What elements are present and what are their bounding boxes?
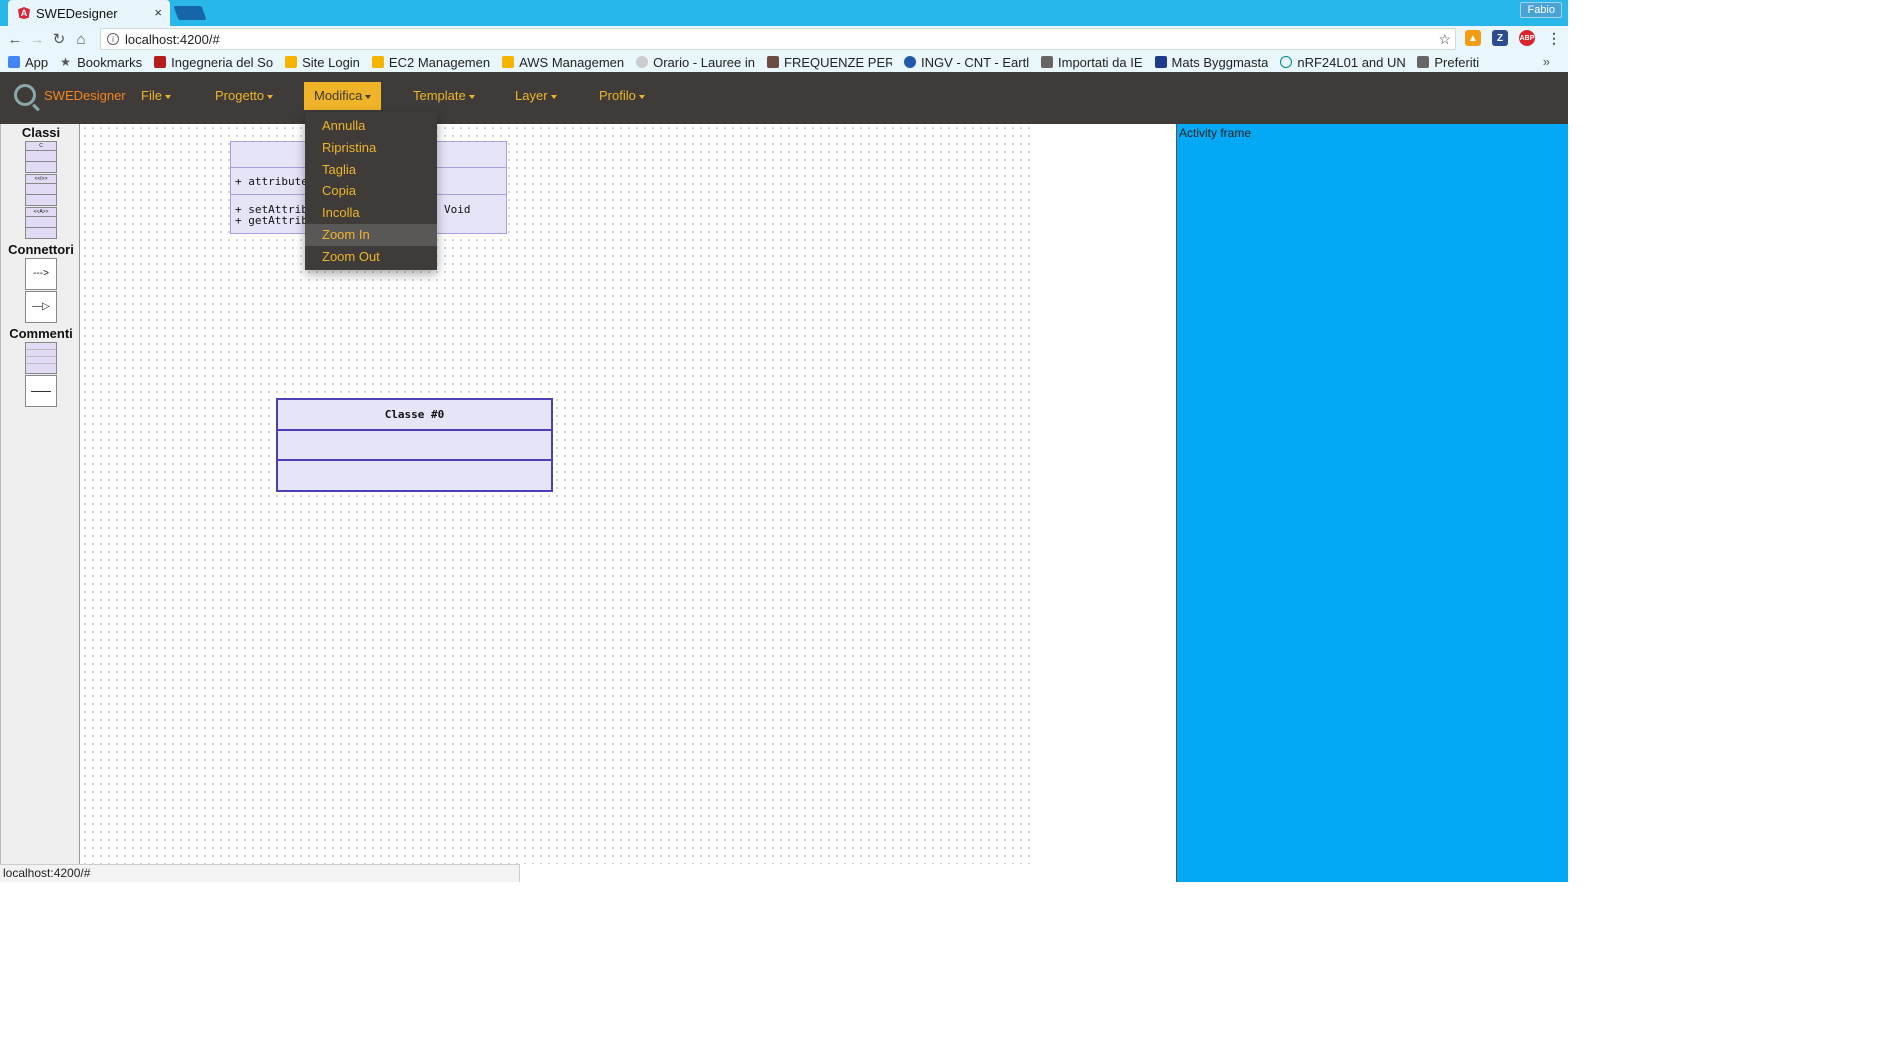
caret-down-icon bbox=[267, 94, 274, 99]
activity-frame-label: Activity frame bbox=[1179, 126, 1252, 140]
menu-file[interactable]: File bbox=[131, 82, 181, 110]
apps-icon bbox=[8, 56, 20, 68]
palette-connettori-title: Connettori bbox=[8, 242, 74, 257]
dependency-connector-tool[interactable]: ---> bbox=[25, 258, 57, 290]
browser-menu-icon[interactable]: ⋮ bbox=[1546, 30, 1562, 46]
magnifier-logo-icon bbox=[14, 84, 36, 106]
shield-icon bbox=[154, 56, 167, 68]
generalization-connector-tool[interactable]: —▷ bbox=[25, 291, 57, 323]
bookmark-item[interactable]: INGV - CNT - Eartl bbox=[904, 55, 1029, 70]
bookmark-item[interactable]: Site Login bbox=[285, 55, 360, 70]
attribute-text: + attribute bbox=[235, 175, 308, 188]
bookmark-item[interactable]: App bbox=[8, 55, 48, 70]
menu-layer[interactable]: Layer bbox=[505, 82, 567, 110]
activity-frame[interactable]: Activity frame bbox=[1176, 124, 1568, 882]
star-icon: ★ bbox=[60, 55, 71, 69]
uml-class-0[interactable]: Classe #0 bbox=[276, 398, 553, 492]
folder-icon bbox=[1041, 56, 1053, 68]
bookmark-star-icon[interactable]: ☆ bbox=[1438, 31, 1451, 48]
tab-title: SWEDesigner bbox=[36, 5, 118, 21]
bookmark-item[interactable]: ★ Bookmarks bbox=[60, 55, 142, 70]
home-icon[interactable]: ⌂ bbox=[70, 31, 92, 48]
class-attributes-section bbox=[278, 431, 551, 461]
close-tab-icon[interactable]: × bbox=[154, 5, 162, 20]
bookmark-item[interactable]: Ingegneria del So bbox=[154, 55, 273, 70]
app-navbar: SWEDesigner File Progetto Modifica Templ… bbox=[0, 72, 1568, 124]
menu-item-copia[interactable]: Copia bbox=[305, 180, 437, 202]
caret-down-icon bbox=[638, 94, 645, 99]
app-brand[interactable]: SWEDesigner bbox=[14, 84, 126, 106]
address-bar[interactable]: i localhost:4200/# ☆ bbox=[100, 28, 1456, 50]
menu-item-ripristina[interactable]: Ripristina bbox=[305, 137, 437, 159]
cube-icon bbox=[371, 56, 384, 68]
element-palette: Classi C <<I>> <<A>> Connettori ---> —▷ … bbox=[0, 124, 80, 864]
browser-tab-bar: A SWEDesigner × Fabio bbox=[0, 0, 1568, 26]
bookmark-item[interactable]: nRF24L01 and UN bbox=[1280, 55, 1405, 70]
menu-item-annulla[interactable]: Annulla bbox=[305, 115, 437, 137]
tv-icon bbox=[767, 56, 779, 68]
class-methods-section bbox=[278, 461, 551, 490]
forward-icon[interactable]: → bbox=[26, 31, 48, 48]
cube-icon bbox=[285, 56, 298, 68]
caret-down-icon bbox=[365, 94, 372, 99]
infinity-icon bbox=[1280, 56, 1293, 68]
class-title: Classe #0 bbox=[384, 408, 445, 421]
abstract-class-tool[interactable]: <<A>> bbox=[25, 207, 57, 239]
menu-item-zoom-out[interactable]: Zoom Out bbox=[305, 246, 437, 268]
zotero-extension-icon[interactable]: Z bbox=[1492, 30, 1508, 46]
globe-icon bbox=[904, 56, 916, 68]
menu-item-incolla[interactable]: Incolla bbox=[305, 202, 437, 224]
menu-item-zoom-in[interactable]: Zoom In bbox=[305, 223, 437, 246]
globe-icon bbox=[636, 56, 649, 68]
bookmarks-overflow-icon[interactable]: » bbox=[1543, 54, 1550, 69]
menu-progetto[interactable]: Progetto bbox=[205, 82, 283, 110]
comment-link-tool[interactable] bbox=[25, 375, 57, 407]
palette-classi-title: Classi bbox=[21, 125, 61, 140]
caret-down-icon bbox=[164, 94, 171, 99]
back-icon[interactable]: ← bbox=[4, 31, 26, 48]
modifica-dropdown: Annulla Ripristina Taglia Copia Incolla … bbox=[305, 112, 437, 270]
bookmark-item[interactable]: AWS Managemen bbox=[502, 55, 624, 70]
reload-icon[interactable]: ↻ bbox=[48, 30, 70, 48]
new-tab-button[interactable] bbox=[173, 6, 207, 20]
diagram-canvas[interactable]: + attribute + setAttrib + getAttrib Void… bbox=[81, 124, 1176, 864]
browser-toolbar: ← → ↻ ⌂ i localhost:4200/# ☆ bbox=[0, 26, 1568, 52]
vlc-extension-icon[interactable]: ▲ bbox=[1465, 30, 1481, 46]
caret-down-icon bbox=[468, 94, 475, 99]
bookmark-item[interactable]: FREQUENZE PER bbox=[767, 55, 892, 70]
brand-name: SWEDesigner bbox=[44, 87, 126, 103]
mb-icon bbox=[1154, 56, 1167, 68]
bookmark-folder[interactable]: Importati da IE bbox=[1041, 55, 1143, 70]
info-icon[interactable]: i bbox=[107, 33, 119, 45]
comment-tool[interactable] bbox=[25, 342, 57, 374]
menu-item-taglia[interactable]: Taglia bbox=[305, 159, 437, 181]
class-name-section: Classe #0 bbox=[278, 400, 551, 431]
cube-icon bbox=[502, 56, 515, 68]
bookmark-item[interactable]: Orario - Lauree in bbox=[636, 55, 755, 70]
bookmark-folder[interactable]: Preferiti bbox=[1417, 55, 1479, 70]
menu-modifica[interactable]: Modifica bbox=[304, 82, 382, 110]
url-text: localhost:4200/# bbox=[125, 31, 220, 47]
class-tool[interactable]: C bbox=[25, 141, 57, 173]
folder-icon bbox=[1417, 56, 1430, 68]
menu-profilo[interactable]: Profilo bbox=[589, 82, 655, 110]
interface-tool[interactable]: <<I>> bbox=[25, 174, 57, 206]
caret-down-icon bbox=[550, 94, 557, 99]
bookmark-item[interactable]: EC2 Managemen bbox=[371, 55, 490, 70]
bookmark-item[interactable]: Mats Byggmasta bbox=[1154, 55, 1268, 70]
status-bar: localhost:4200/# bbox=[0, 864, 520, 882]
palette-commenti-title: Commenti bbox=[9, 326, 73, 341]
menu-template[interactable]: Template bbox=[403, 82, 485, 110]
browser-tab[interactable]: A SWEDesigner × bbox=[8, 0, 170, 26]
profile-button[interactable]: Fabio bbox=[1520, 2, 1562, 18]
return-type-text: Void bbox=[444, 203, 471, 216]
angular-icon: A bbox=[18, 7, 30, 19]
bookmarks-bar: App ★ Bookmarks Ingegneria del So Site Lo… bbox=[0, 52, 1568, 72]
adblock-extension-icon[interactable]: ABP bbox=[1519, 30, 1535, 46]
method-text: + getAttrib bbox=[235, 214, 308, 227]
